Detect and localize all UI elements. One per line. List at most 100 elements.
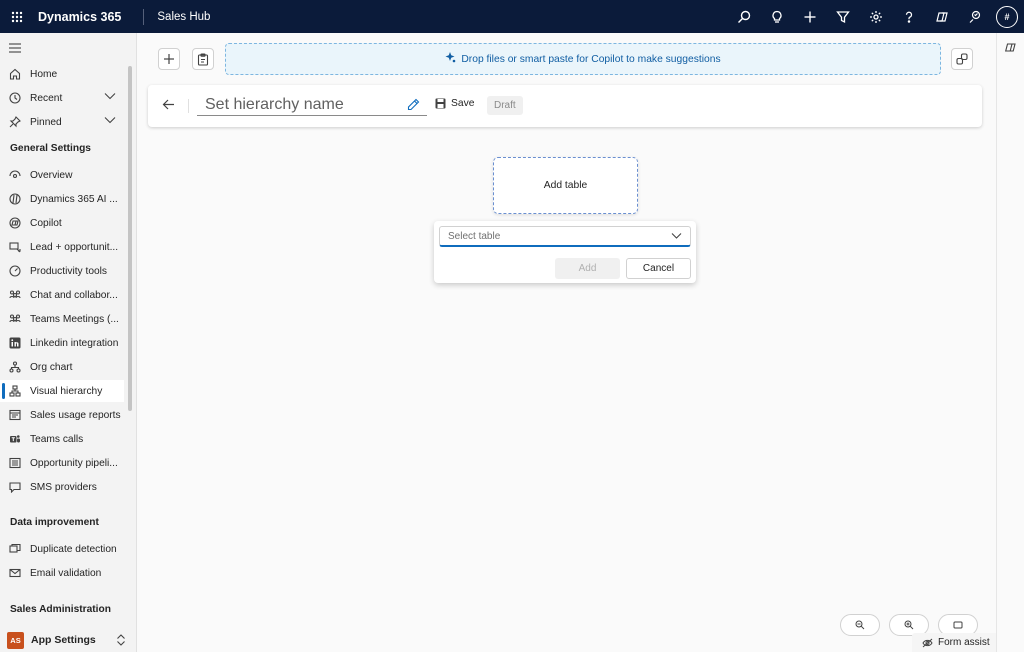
copilot-drop-zone[interactable]: Drop files or smart paste for Copilot to… — [225, 43, 941, 75]
search-icon — [737, 10, 750, 23]
sidebar-item-sms-providers[interactable]: SMS providers — [0, 476, 124, 498]
copilot-pane-button[interactable] — [1004, 41, 1017, 57]
area-badge: AS — [7, 631, 24, 649]
smart-paste-button[interactable] — [192, 48, 214, 70]
sidebar-item-label: Copilot — [30, 217, 62, 229]
status-badge: Draft — [487, 96, 523, 115]
hierarchy-icon — [8, 384, 22, 398]
new-button[interactable] — [793, 0, 826, 33]
chevron-up-down-icon — [116, 634, 126, 649]
filter-icon — [835, 10, 850, 23]
lead-icon — [8, 240, 22, 254]
sidebar-item-chat-collaboration[interactable]: Chat and collabor... — [0, 284, 124, 306]
form-assist-button[interactable]: Form assist — [912, 633, 996, 652]
sidebar-item-label: Productivity tools — [30, 265, 108, 277]
sidebar-item-linkedin-integration[interactable]: Linkedin integration — [0, 332, 124, 354]
edit-name-button[interactable] — [407, 98, 420, 114]
teams-icon — [8, 432, 22, 446]
table-select-placeholder: Select table — [448, 230, 501, 242]
sidebar-item-label: Visual hierarchy — [30, 385, 103, 397]
people-icon — [8, 288, 22, 302]
home-icon — [8, 67, 22, 81]
chevron-down-icon — [671, 232, 682, 243]
area-switcher[interactable]: AS App Settings — [0, 628, 136, 652]
add-table-node[interactable]: Add table — [493, 157, 638, 214]
sidebar-item-label: Overview — [30, 169, 73, 181]
table-select[interactable]: Select table — [439, 226, 691, 247]
group-title-sales-administration: Sales Administration — [10, 604, 111, 615]
plus-icon — [804, 11, 815, 22]
sidebar-item-label: Lead + opportunit... — [30, 241, 119, 253]
sidebar-item-copilot[interactable]: Copilot — [0, 212, 124, 234]
new-record-button[interactable] — [158, 48, 180, 70]
app-name[interactable]: Sales Hub — [157, 11, 210, 23]
feedback-icon — [969, 10, 980, 23]
report-icon — [8, 408, 22, 422]
arrow-left-icon — [162, 99, 174, 110]
pin-icon — [8, 115, 22, 129]
ideas-button[interactable] — [760, 0, 793, 33]
clipboard-icon — [197, 52, 209, 66]
sidebar-item-label: Email validation — [30, 567, 102, 579]
hierarchy-header-card: Save Draft — [148, 85, 982, 127]
sidebar-item-pinned[interactable]: Pinned — [0, 111, 124, 133]
sidebar-item-email-validation[interactable]: Email validation — [0, 562, 124, 584]
sidebar-item-lead-opportunity[interactable]: Lead + opportunit... — [0, 236, 124, 258]
plus-icon — [164, 54, 174, 64]
sidebar-item-label: Teams Meetings (... — [30, 313, 119, 325]
sidebar-item-overview[interactable]: Overview — [0, 164, 124, 186]
add-button[interactable]: Add — [555, 258, 620, 279]
copilot-button[interactable] — [925, 0, 958, 33]
sidebar-item-productivity-tools[interactable]: Productivity tools — [0, 260, 124, 282]
filter-button[interactable] — [826, 0, 859, 33]
sidebar-item-opportunity-pipeline[interactable]: Opportunity pipeli... — [0, 452, 124, 474]
save-button[interactable]: Save — [435, 98, 474, 109]
chevron-down-icon[interactable] — [104, 116, 116, 127]
cancel-button[interactable]: Cancel — [626, 258, 691, 279]
hierarchy-name-input[interactable] — [197, 94, 427, 116]
zoom-out-icon — [855, 620, 865, 630]
settings-button[interactable] — [859, 0, 892, 33]
sidebar-item-label: Dynamics 365 AI ... — [30, 193, 118, 205]
sidebar-scrollbar[interactable] — [128, 66, 132, 411]
org-chart-icon — [8, 360, 22, 374]
search-button[interactable] — [727, 0, 760, 33]
hamburger-icon — [9, 43, 21, 53]
share-button[interactable] — [951, 48, 973, 70]
account-button[interactable]: # — [991, 0, 1024, 33]
top-bar: Dynamics 365 Sales Hub # — [0, 0, 1024, 33]
sidebar-item-label: Org chart — [30, 361, 73, 373]
save-icon — [435, 98, 446, 109]
gauge-icon — [8, 264, 22, 278]
side-pane-rail — [996, 33, 1024, 652]
help-icon — [905, 11, 912, 23]
sidebar-item-label: Teams calls — [30, 433, 84, 445]
app-launcher-button[interactable] — [0, 0, 33, 33]
mail-icon — [8, 566, 22, 580]
top-actions: # — [727, 0, 1024, 33]
ai-icon — [8, 192, 22, 206]
sidebar-item-dynamics-ai[interactable]: Dynamics 365 AI ... — [0, 188, 124, 210]
link-icon — [956, 53, 968, 65]
help-button[interactable] — [892, 0, 925, 33]
group-title-general-settings: General Settings — [10, 143, 91, 154]
back-button[interactable] — [162, 98, 175, 114]
feedback-button[interactable] — [958, 0, 991, 33]
product-title[interactable]: Dynamics 365 — [38, 10, 121, 24]
sidebar: Home Recent Pinned General Settings Over… — [0, 33, 137, 652]
sidebar-item-home[interactable]: Home — [0, 63, 124, 85]
sidebar-item-duplicate-detection[interactable]: Duplicate detection — [0, 538, 124, 560]
sidebar-item-label: Sales usage reports — [30, 409, 121, 421]
sidebar-item-recent[interactable]: Recent — [0, 87, 124, 109]
sidebar-item-sales-usage-reports[interactable]: Sales usage reports — [0, 404, 124, 426]
sidebar-item-org-chart[interactable]: Org chart — [0, 356, 124, 378]
sidebar-item-teams-meetings[interactable]: Teams Meetings (... — [0, 308, 124, 330]
zoom-out-button[interactable] — [840, 614, 880, 636]
pencil-icon — [407, 98, 420, 111]
sidebar-item-visual-hierarchy[interactable]: Visual hierarchy — [0, 380, 124, 402]
chevron-down-icon[interactable] — [104, 92, 116, 103]
sidebar-item-label: SMS providers — [30, 481, 97, 493]
sidebar-item-teams-calls[interactable]: Teams calls — [0, 428, 124, 450]
menu-toggle-button[interactable] — [9, 43, 21, 56]
sidebar-item-label: Linkedin integration — [30, 337, 119, 349]
